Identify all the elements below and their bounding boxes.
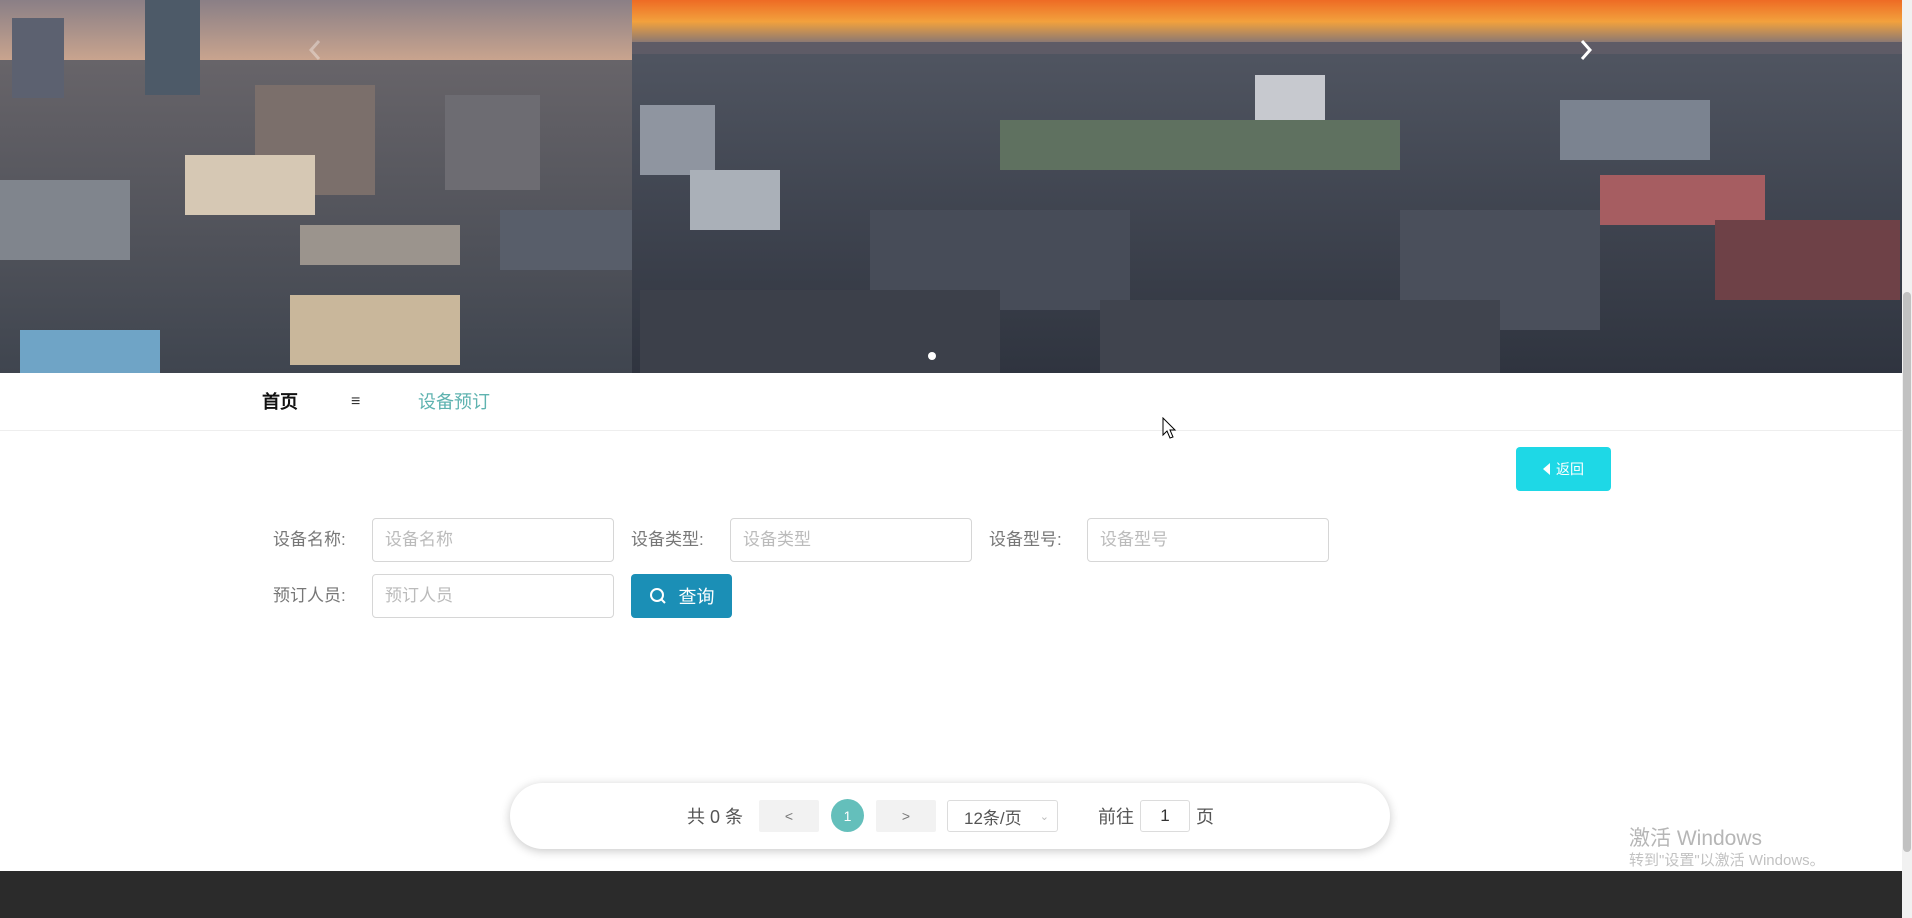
carousel-dot-1[interactable] — [928, 352, 936, 360]
search-icon — [649, 588, 666, 604]
booker-label: 预订人员: — [273, 586, 346, 605]
booker-input[interactable] — [372, 574, 614, 618]
pagination-next-button[interactable]: > — [876, 800, 936, 832]
menu-icon[interactable]: ≡ — [351, 373, 360, 431]
carousel-banner — [0, 0, 1902, 373]
chevron-down-icon: ⌄ — [1039, 811, 1049, 823]
carousel-prev-button[interactable] — [296, 30, 336, 70]
device-name-input[interactable] — [372, 518, 614, 562]
pagination: 共 0 条 < 1 > 12条/页 ⌄ 前往 页 — [510, 783, 1390, 849]
back-button-label: 返回 — [1556, 461, 1584, 477]
goto-page-input[interactable] — [1140, 800, 1190, 832]
city-skyline-image — [0, 0, 1902, 373]
mouse-cursor-icon — [1162, 417, 1177, 439]
pagination-prev-button[interactable]: < — [759, 800, 819, 832]
page-size-select[interactable]: 12条/页 ⌄ — [947, 800, 1058, 832]
device-model-label: 设备型号: — [989, 530, 1062, 549]
vertical-scrollbar[interactable] — [1902, 0, 1912, 918]
page-size-value: 12条/页 — [964, 808, 1022, 828]
device-type-input[interactable] — [730, 518, 972, 562]
chevron-left-icon — [308, 40, 321, 60]
device-name-label: 设备名称: — [273, 530, 346, 549]
chevron-right-icon — [1580, 40, 1593, 60]
page-suffix-label: 页 — [1196, 807, 1214, 827]
nav-home-link[interactable]: 首页 — [262, 373, 298, 431]
windows-activation-subtitle: 转到"设置"以激活 Windows。 — [1629, 852, 1825, 869]
carousel-next-button[interactable] — [1565, 30, 1605, 70]
pagination-page-1[interactable]: 1 — [831, 799, 864, 832]
page-footer — [0, 871, 1902, 918]
breadcrumb-nav: 首页 ≡ 设备预订 — [0, 373, 1902, 431]
search-button[interactable]: 查询 — [631, 574, 732, 618]
search-button-label: 查询 — [678, 587, 715, 607]
goto-label: 前往 — [1098, 807, 1134, 827]
device-model-input[interactable] — [1087, 518, 1329, 562]
caret-left-icon — [1543, 463, 1550, 475]
pagination-total: 共 0 条 — [687, 807, 744, 827]
nav-device-booking-link[interactable]: 设备预订 — [418, 373, 490, 431]
device-type-label: 设备类型: — [631, 530, 704, 549]
carousel-indicators — [928, 352, 936, 360]
scrollbar-thumb[interactable] — [1903, 292, 1911, 852]
windows-activation-title: 激活 Windows — [1629, 827, 1763, 850]
back-button[interactable]: 返回 — [1516, 447, 1611, 491]
